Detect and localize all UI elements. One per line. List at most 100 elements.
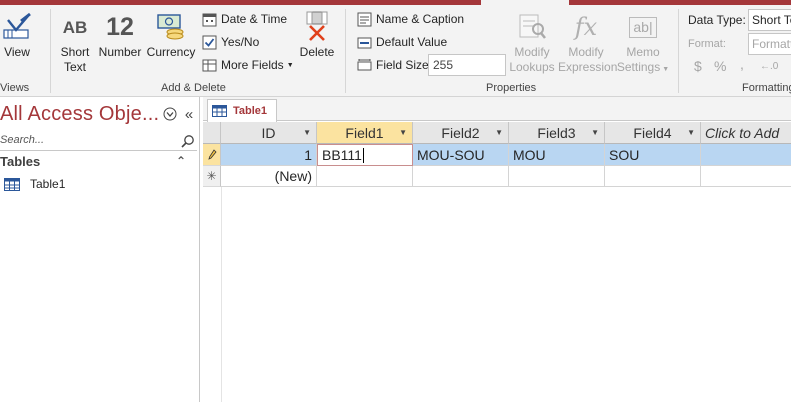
more-fields-label: More Fields	[221, 58, 284, 72]
nav-item-table1[interactable]: Table1	[4, 175, 65, 193]
grid-divider	[221, 187, 222, 402]
short-text-button[interactable]: AB Short Text	[58, 9, 92, 75]
cell-new-id[interactable]: (New)	[221, 166, 317, 187]
cell-text: BB111	[322, 147, 362, 163]
default-value-icon	[356, 34, 372, 50]
date-time-button[interactable]: Date & Time	[201, 9, 287, 29]
comma-format-button[interactable]: ,	[740, 54, 744, 74]
document-area: Table1 ID ▼ Field1 ▼ Field2 ▼ Field3 ▼ Field…	[203, 97, 791, 402]
chevron-down-icon: ▼	[662, 66, 670, 73]
more-fields-button[interactable]: More Fields ▼	[201, 55, 294, 75]
cell-add[interactable]	[701, 144, 791, 166]
delete-label: Delete	[299, 45, 335, 59]
nav-search-box[interactable]: Search...	[0, 131, 197, 151]
more-fields-icon	[201, 57, 217, 73]
number-icon: 12	[106, 12, 134, 41]
field-size-icon	[356, 57, 372, 73]
nav-section-tables[interactable]: Tables ⌃	[0, 154, 197, 172]
modify-expression-button[interactable]: fx Modify Expression	[558, 9, 617, 75]
modify-lookups-button[interactable]: Modify Lookups	[508, 9, 556, 75]
name-caption-button[interactable]: Name & Caption	[356, 9, 464, 29]
column-header-field3[interactable]: Field3 ▼	[509, 122, 605, 144]
text-caret	[362, 147, 364, 163]
column-header-field1[interactable]: Field1 ▼	[317, 122, 413, 144]
currency-label: Currency	[146, 45, 196, 59]
percent-format-button[interactable]: %	[714, 56, 726, 76]
currency-button[interactable]: Currency	[146, 9, 196, 60]
column-header-field2[interactable]: Field2 ▼	[413, 122, 509, 144]
ribbon: View Views AB Short Text 12 Number Curre…	[0, 5, 791, 97]
memo-settings-label-2: Settings	[616, 60, 661, 74]
currency-icon	[146, 9, 196, 45]
memo-icon: ab|	[616, 9, 670, 45]
table-icon	[212, 105, 227, 117]
cell-field2[interactable]: MOU-SOU	[413, 144, 509, 166]
default-value-button[interactable]: Default Value	[356, 32, 447, 52]
group-separator	[50, 9, 51, 93]
nav-menu-chevron-icon[interactable]	[162, 106, 178, 122]
format-select[interactable]: Formatti	[748, 33, 791, 55]
view-button[interactable]: View	[0, 9, 34, 60]
group-separator	[345, 9, 346, 93]
chevron-down-icon[interactable]: ▼	[303, 128, 311, 137]
tab-table1[interactable]: Table1	[207, 99, 277, 122]
currency-format-button[interactable]: $	[694, 56, 702, 76]
field-size-input[interactable]	[428, 54, 506, 76]
function-icon: fx	[574, 12, 598, 41]
data-type-label: Data Type:	[688, 13, 746, 27]
format-label: Format:	[688, 38, 726, 50]
cell-new-field4[interactable]	[605, 166, 701, 187]
formatting-group-label: Formatting	[742, 82, 791, 94]
cell-new-add[interactable]	[701, 166, 791, 187]
view-label: View	[4, 45, 30, 59]
document-tab-strip: Table1	[203, 97, 791, 122]
properties-group-label: Properties	[486, 82, 537, 94]
chevron-down-icon[interactable]: ▼	[591, 128, 599, 137]
modify-expression-label-1: Modify	[568, 45, 604, 59]
chevron-down-icon[interactable]: ▼	[495, 128, 503, 137]
new-row-selector[interactable]: ✳	[203, 166, 221, 187]
lookup-icon	[508, 9, 556, 45]
shutter-bar-collapse-icon[interactable]: «	[181, 106, 197, 123]
tab-label: Table1	[233, 105, 268, 117]
column-header-label: Field2	[441, 124, 480, 141]
pencil-edit-icon	[207, 148, 217, 160]
cell-new-field3[interactable]	[509, 166, 605, 187]
chevron-down-icon[interactable]: ▼	[399, 128, 407, 137]
cell-field3[interactable]: MOU	[509, 144, 605, 166]
column-header-field4[interactable]: Field4 ▼	[605, 122, 701, 144]
delete-button[interactable]: Delete	[298, 9, 336, 60]
modify-lookups-label-1: Modify	[514, 45, 550, 59]
memo-settings-button[interactable]: ab| Memo Settings ▼	[616, 9, 670, 77]
field-size-label-group: Field Size	[356, 55, 429, 75]
cell-new-field1[interactable]	[317, 166, 413, 187]
field-size-label: Field Size	[376, 58, 429, 72]
number-button[interactable]: 12 Number	[97, 9, 143, 60]
design-view-icon	[0, 9, 34, 45]
nav-item-label: Table1	[30, 177, 66, 191]
cell-id[interactable]: 1	[221, 144, 317, 166]
asterisk-icon: ✳	[206, 169, 217, 183]
cell-new-field2[interactable]	[413, 166, 509, 187]
yes-no-button[interactable]: Yes/No	[201, 32, 259, 52]
row-selector[interactable]	[203, 144, 221, 166]
chevron-down-icon: ▼	[286, 61, 294, 69]
increase-decimals-button[interactable]: ←.0	[760, 56, 778, 76]
number-label: Number	[98, 45, 142, 59]
views-group-label: Views	[0, 82, 30, 94]
navigation-pane: All Access Obje... « Search... Tables ⌃ …	[0, 97, 200, 402]
click-to-add-column[interactable]: Click to Add	[701, 122, 791, 144]
date-time-label: Date & Time	[221, 12, 288, 26]
memo-settings-label-1: Memo	[626, 45, 660, 59]
column-header-label: Field3	[537, 124, 576, 141]
search-icon	[181, 135, 194, 148]
cell-field1-editing[interactable]: BB111	[317, 144, 413, 166]
select-all-corner[interactable]	[203, 122, 221, 144]
column-header-id[interactable]: ID ▼	[221, 122, 317, 144]
cell-field4[interactable]: SOU	[605, 144, 701, 166]
nav-pane-title[interactable]: All Access Obje...	[0, 103, 159, 126]
default-value-label: Default Value	[376, 35, 448, 49]
chevron-down-icon[interactable]: ▼	[687, 128, 695, 137]
group-separator	[678, 9, 679, 93]
data-type-select[interactable]: Short Te	[748, 9, 791, 31]
